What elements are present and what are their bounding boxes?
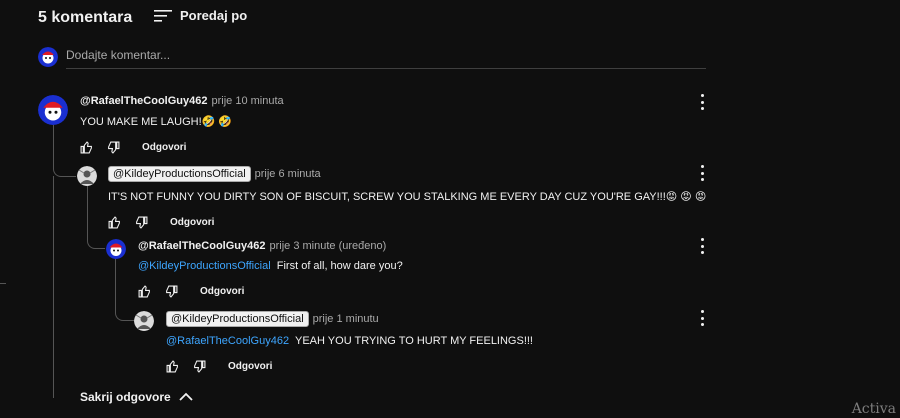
comment: @RafaelTheCoolGuy462 prije 10 minuta YOU… [80, 95, 284, 154]
comment-author[interactable]: @RafaelTheCoolGuy462 [80, 95, 207, 107]
thread-connector [53, 125, 76, 177]
mention-link[interactable]: @KildeyProductionsOfficial [138, 260, 271, 272]
reply-button[interactable]: Odgovori [228, 361, 272, 372]
dislike-icon[interactable] [107, 141, 120, 154]
more-options-icon[interactable] [696, 165, 708, 181]
reply-button[interactable]: Odgovori [170, 217, 214, 228]
avatar[interactable] [134, 311, 154, 331]
like-icon[interactable] [166, 360, 179, 373]
comment-text: @KildeyProductionsOfficial First of all,… [138, 260, 403, 272]
comment-time[interactable]: prije 1 minutu [313, 313, 379, 325]
reply-button[interactable]: Odgovori [200, 286, 244, 297]
avatar[interactable] [38, 95, 68, 125]
like-icon[interactable] [108, 216, 121, 229]
avatar[interactable] [77, 166, 97, 186]
like-icon[interactable] [138, 285, 151, 298]
like-icon[interactable] [80, 141, 93, 154]
hide-replies-label: Sakrij odgovore [80, 390, 171, 404]
dislike-icon[interactable] [165, 285, 178, 298]
sort-icon [154, 9, 172, 22]
comment: @KildeyProductionsOfficial prije 1 minut… [166, 311, 533, 373]
sort-button[interactable]: Poredaj po [154, 8, 247, 23]
sort-label: Poredaj po [180, 8, 248, 23]
add-comment-input[interactable]: Dodajte komentar... [66, 48, 706, 69]
comment-author[interactable]: @RafaelTheCoolGuy462 [138, 240, 265, 252]
hide-replies-button[interactable]: Sakrij odgovore [80, 390, 193, 404]
more-options-icon[interactable] [696, 310, 708, 326]
comment-time[interactable]: prije 6 minuta [255, 168, 321, 180]
dislike-icon[interactable] [135, 216, 148, 229]
comment-text: IT'S NOT FUNNY YOU DIRTY SON OF BISCUIT,… [108, 191, 707, 203]
more-options-icon[interactable] [696, 94, 708, 110]
comment-body: YEAH YOU TRYING TO HURT MY FEELINGS!!! [295, 335, 533, 347]
comment-time[interactable]: prije 3 minute (uređeno) [269, 240, 386, 252]
comment-count: 5 komentara [38, 9, 133, 26]
thread-connector [115, 257, 134, 321]
comment-body: First of all, how dare you? [276, 260, 403, 272]
reply-button[interactable]: Odgovori [142, 142, 186, 153]
activation-watermark: Activa [851, 401, 896, 417]
user-avatar-image [38, 47, 58, 67]
chevron-up-icon [179, 392, 193, 401]
dislike-icon[interactable] [193, 360, 206, 373]
current-user-avatar [38, 47, 58, 67]
comment-text: YOU MAKE ME LAUGH!🤣 🤣 [80, 116, 233, 128]
comment-time[interactable]: prije 10 minuta [211, 95, 283, 107]
comment: @KildeyProductionsOfficial prije 6 minut… [108, 166, 706, 229]
comment-text: @RafaelTheCoolGuy462 YEAH YOU TRYING TO … [166, 335, 533, 347]
thread-connector [53, 176, 54, 398]
comment-author[interactable]: @KildeyProductionsOfficial [108, 166, 251, 182]
comment-author[interactable]: @KildeyProductionsOfficial [166, 311, 309, 327]
comment: @RafaelTheCoolGuy462 prije 3 minute (ure… [138, 240, 403, 298]
avatar[interactable] [106, 239, 126, 259]
more-options-icon[interactable] [696, 238, 708, 254]
edge-divider [0, 283, 6, 284]
mention-link[interactable]: @RafaelTheCoolGuy462 [166, 335, 289, 347]
thread-connector [87, 185, 105, 249]
